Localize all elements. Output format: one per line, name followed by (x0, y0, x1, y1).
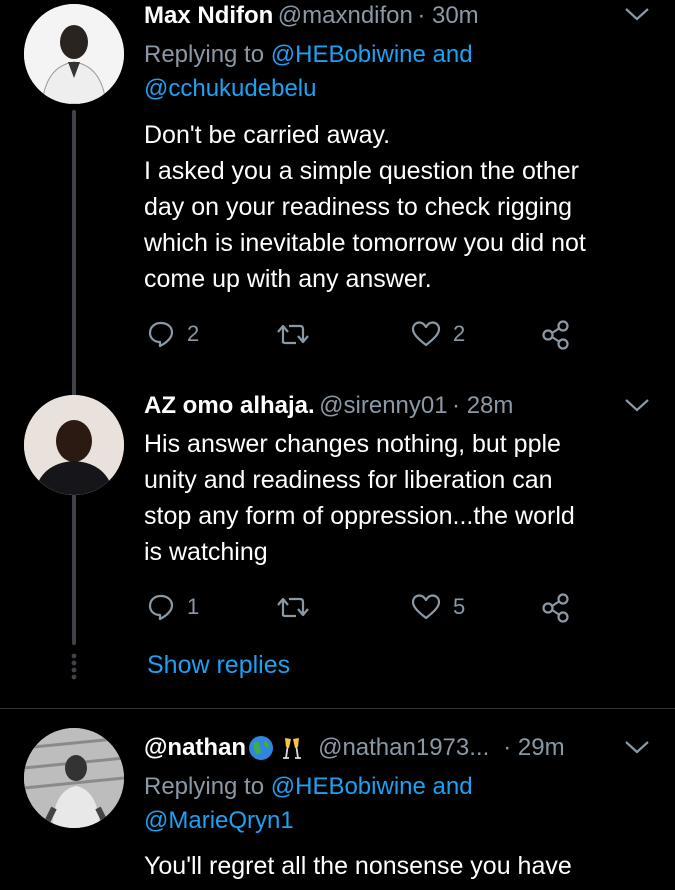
tweet-text: Don't be carried away. I asked you a sim… (144, 117, 664, 297)
tweet-time: · 30m (417, 2, 479, 29)
author-handle[interactable]: @nathan1973... (318, 734, 489, 762)
tweet-header: @nathan @nathan1973... · 29m (144, 734, 624, 762)
tweet-line: Don't be carried away. (144, 121, 391, 149)
like-count: 5 (453, 594, 466, 619)
share-icon (542, 593, 569, 623)
person-photo-icon (24, 4, 124, 104)
person-photo-icon (24, 395, 124, 495)
share-button[interactable] (541, 593, 573, 623)
author-handle[interactable]: @maxndifon (278, 2, 413, 29)
avatar-nathan[interactable] (24, 728, 124, 828)
and-text: and (425, 41, 473, 68)
more-replies-dots-icon (70, 653, 78, 681)
replying-label: Replying to (144, 773, 271, 800)
avatar-az-omo-alhaja[interactable] (24, 395, 124, 495)
author-handle[interactable]: @sirenny01 (319, 392, 447, 419)
reply-count: 1 (187, 594, 200, 619)
chevron-down-icon[interactable] (624, 397, 650, 413)
tweet-line: unity and readiness for liberation can (144, 466, 553, 494)
like-button[interactable]: 2 (411, 320, 465, 348)
share-icon (542, 320, 569, 350)
heart-icon (411, 321, 441, 347)
replying-to: Replying to @HEBobiwine and @MarieQryn1 (144, 770, 644, 838)
tweet-line: day on your readiness to check rigging (144, 193, 573, 221)
author-name[interactable]: AZ omo alhaja. (144, 392, 315, 419)
retweet-button[interactable] (276, 594, 310, 620)
chevron-down-icon[interactable] (624, 6, 650, 22)
mention-link[interactable]: @cchukudebelu (144, 75, 316, 102)
thread-connector-line (72, 110, 76, 645)
show-replies-link[interactable]: Show replies (147, 651, 290, 680)
tweet-header: AZ omo alhaja. @sirenny01 · 28m (144, 392, 624, 420)
divider (0, 708, 675, 709)
author-name[interactable]: @nathan (144, 734, 246, 762)
tweet-time: · 28m (452, 392, 514, 419)
person-photo-icon (24, 728, 124, 828)
avatar-max-ndifon[interactable] (24, 4, 124, 104)
tweet-line: stop any form of oppression...the world (144, 502, 575, 530)
retweet-icon (277, 597, 309, 618)
tweet-line: come up with any answer. (144, 265, 432, 293)
reply-icon (148, 321, 174, 348)
share-button[interactable] (541, 320, 573, 350)
tweet-line: which is inevitable tomorrow you did not (144, 229, 586, 257)
globe-emoji-icon (249, 736, 274, 760)
tweet-line: is watching (144, 538, 268, 566)
reply-button[interactable]: 2 (147, 320, 199, 348)
retweet-button[interactable] (276, 321, 310, 347)
heart-icon (411, 594, 441, 620)
replying-to: Replying to @HEBobiwine and @cchukudebel… (144, 38, 644, 106)
mention-link[interactable]: @MarieQryn1 (144, 807, 294, 834)
and-text: and (425, 773, 473, 800)
tweet-text: You'll regret all the nonsense you have (144, 848, 664, 884)
chevron-down-icon[interactable] (624, 739, 650, 755)
replying-label: Replying to (144, 41, 271, 68)
like-count: 2 (453, 321, 466, 346)
tweet-text: His answer changes nothing, but pple uni… (144, 426, 664, 570)
tweet-header: Max Ndifon @maxndifon · 30m (144, 2, 644, 30)
tweet-time: · 29m (503, 734, 565, 761)
retweet-icon (277, 324, 309, 345)
champagne-glasses-icon (283, 738, 302, 759)
tweet-line: I asked you a simple question the other (144, 157, 579, 185)
mention-link[interactable]: @HEBobiwine (271, 773, 426, 800)
author-name[interactable]: Max Ndifon (144, 2, 273, 29)
tweet-line: You'll regret all the nonsense you have (144, 852, 572, 880)
reply-icon (148, 594, 174, 621)
mention-link[interactable]: @HEBobiwine (271, 41, 426, 68)
reply-button[interactable]: 1 (147, 593, 199, 621)
tweet-line: His answer changes nothing, but pple (144, 430, 561, 458)
like-button[interactable]: 5 (411, 593, 465, 621)
reply-count: 2 (187, 321, 200, 346)
